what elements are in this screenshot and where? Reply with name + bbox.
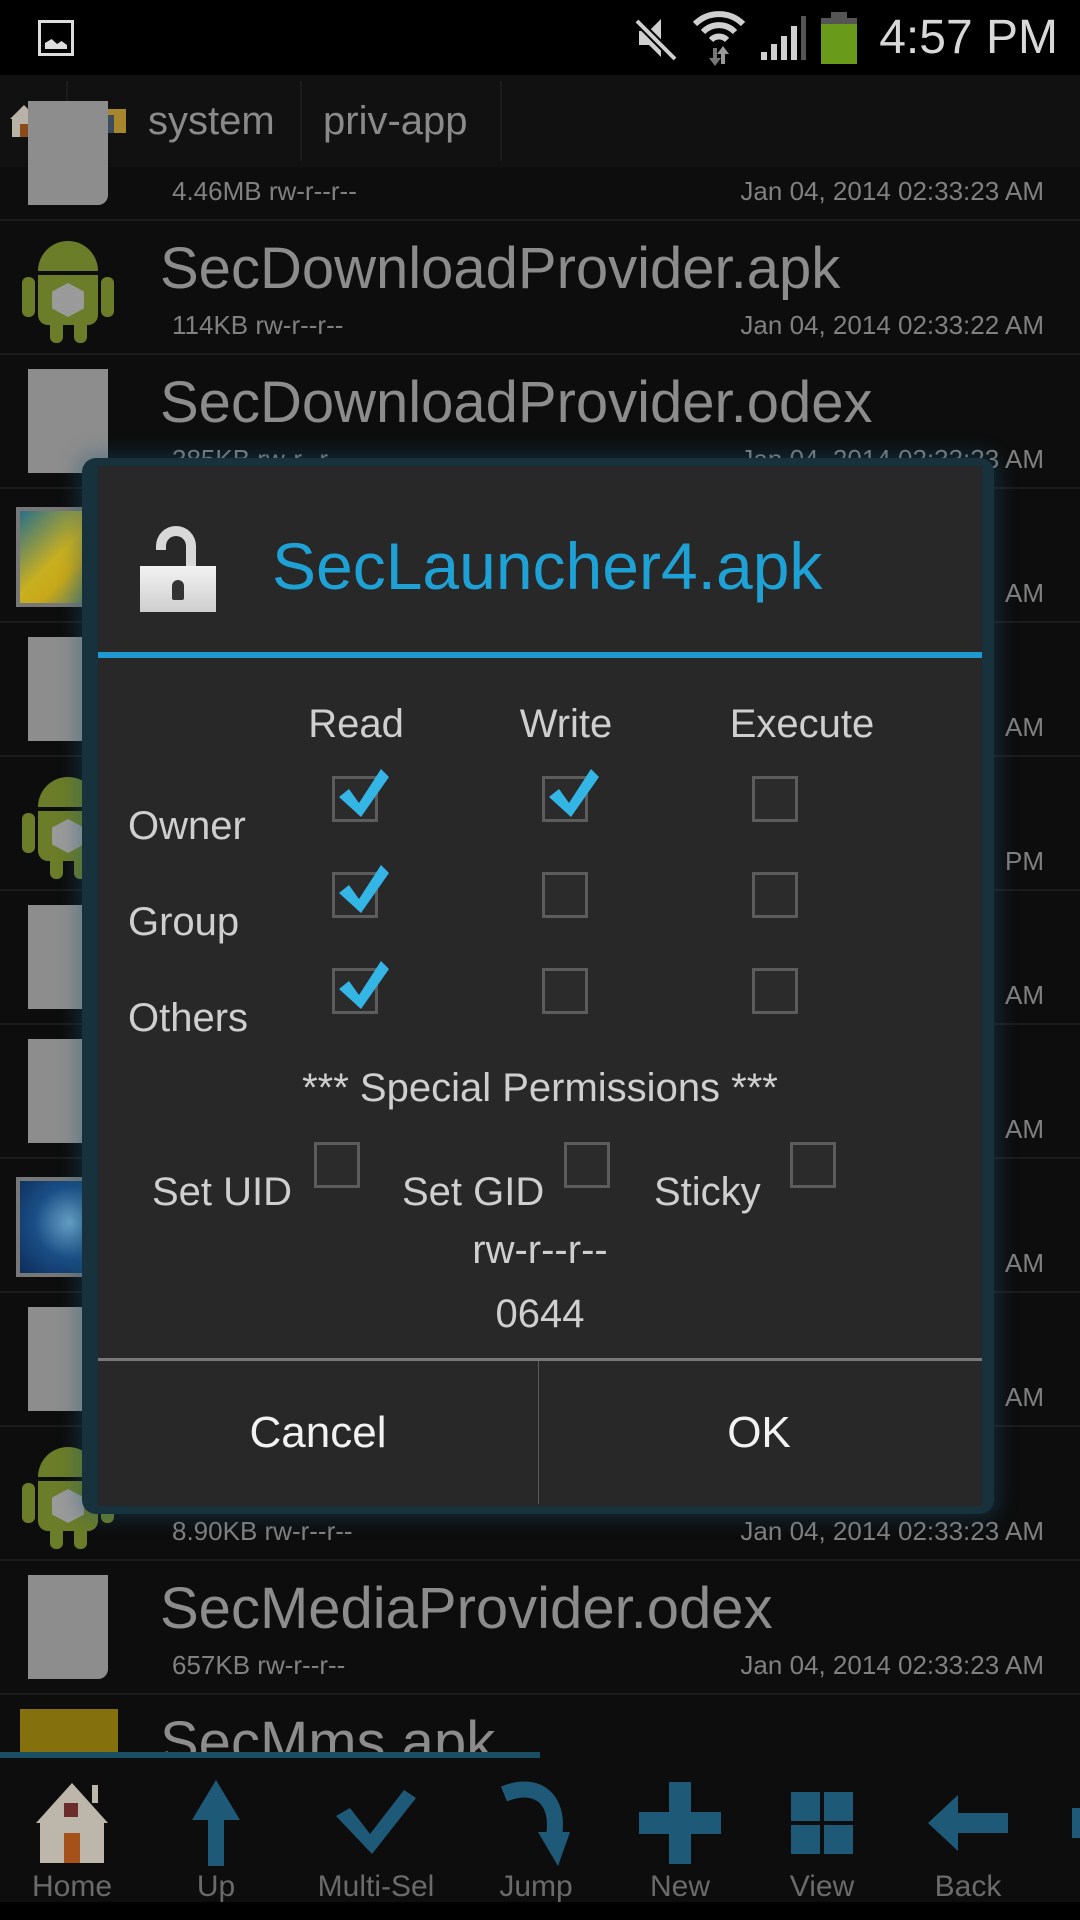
grid-view-icon bbox=[791, 1792, 853, 1854]
status-bar: 4:57 PM bbox=[0, 0, 1080, 75]
checkmark-icon bbox=[549, 769, 599, 817]
file-date: AM bbox=[1005, 1382, 1044, 1412]
ok-button[interactable]: OK bbox=[539, 1361, 979, 1504]
group-read-checkbox[interactable] bbox=[332, 865, 389, 918]
toolbar-view-button[interactable]: View bbox=[762, 1758, 882, 1920]
file-meta: 114KB rw-r--r-- bbox=[172, 310, 344, 340]
toolbar-label: Back bbox=[934, 1870, 1002, 1903]
checkmark-icon bbox=[336, 1790, 416, 1854]
toolbar-jump-button[interactable]: Jump bbox=[476, 1758, 596, 1920]
file-date: Jan 04, 2014 02:33:23 AM bbox=[740, 1650, 1044, 1680]
toolbar-label: Jump bbox=[499, 1870, 573, 1903]
file-date: PM bbox=[1005, 846, 1044, 876]
home-icon bbox=[36, 1783, 108, 1863]
file-row[interactable]: 4.46MB rw-r--r-- Jan 04, 2014 02:33:23 A… bbox=[0, 87, 1080, 221]
toolbar-label: New bbox=[649, 1870, 710, 1903]
permissions-dialog: SecLauncher4.apk Read Write Execute Owne… bbox=[98, 466, 982, 1506]
file-row[interactable]: SecMediaProvider.odex 657KB rw-r--r-- Ja… bbox=[0, 1561, 1080, 1695]
checkmark-icon bbox=[339, 865, 389, 913]
wifi-icon bbox=[693, 10, 746, 66]
file-date: Jan 04, 2014 02:33:22 AM bbox=[740, 310, 1044, 340]
file-date: Jan 04, 2014 02:33:23 AM bbox=[740, 1516, 1044, 1546]
arrow-up-icon bbox=[192, 1780, 240, 1866]
setgid-checkbox[interactable] bbox=[564, 1142, 610, 1188]
sticky-checkbox[interactable] bbox=[790, 1142, 836, 1188]
column-read: Read bbox=[308, 702, 404, 746]
mute-icon bbox=[634, 17, 679, 61]
document-icon bbox=[28, 101, 108, 205]
navigation-bar bbox=[0, 1902, 1080, 1920]
bottom-toolbar: Home Up Multi-Sel Jump New View Back bbox=[0, 1758, 1080, 1920]
column-write: Write bbox=[519, 702, 613, 746]
file-name: SecMediaProvider.odex bbox=[160, 1576, 773, 1641]
file-meta: 8.90KB rw-r--r-- bbox=[172, 1516, 353, 1546]
toolbar-new-button[interactable]: New bbox=[620, 1758, 740, 1920]
symbolic-permissions: rw-r--r-- bbox=[472, 1228, 608, 1272]
owner-execute-checkbox[interactable] bbox=[752, 776, 798, 822]
file-date: AM bbox=[1005, 578, 1044, 608]
cancel-button[interactable]: Cancel bbox=[98, 1361, 538, 1504]
clock: 4:57 PM bbox=[879, 11, 1058, 64]
file-date: AM bbox=[1005, 1114, 1044, 1144]
group-execute-checkbox[interactable] bbox=[752, 872, 798, 918]
setgid-label: Set GID bbox=[402, 1170, 545, 1214]
toolbar-multisel-button[interactable]: Multi-Sel bbox=[316, 1758, 436, 1920]
octal-permissions: 0644 bbox=[495, 1292, 585, 1336]
setuid-checkbox[interactable] bbox=[314, 1142, 360, 1188]
checkmark-icon bbox=[339, 961, 389, 1009]
row-others: Others bbox=[128, 996, 249, 1040]
checkmark-icon bbox=[339, 769, 389, 817]
arrow-left-icon bbox=[928, 1795, 1008, 1851]
apk-icon bbox=[20, 1709, 118, 1755]
file-name: SecMms.apk bbox=[160, 1710, 496, 1755]
file-meta: 657KB rw-r--r-- bbox=[172, 1650, 346, 1680]
toolbar-back-button[interactable]: Back bbox=[908, 1758, 1028, 1920]
toolbar-label: Multi-Sel bbox=[317, 1870, 435, 1903]
row-group: Group bbox=[128, 900, 240, 944]
plus-icon bbox=[639, 1782, 721, 1864]
file-date: AM bbox=[1005, 1248, 1044, 1278]
jump-arrow-icon bbox=[500, 1781, 570, 1866]
file-date: AM bbox=[1005, 980, 1044, 1010]
title-divider bbox=[98, 652, 982, 658]
owner-write-checkbox[interactable] bbox=[542, 769, 599, 822]
battery-icon bbox=[821, 11, 858, 64]
toolbar-up-button[interactable]: Up bbox=[156, 1758, 276, 1920]
file-meta: 4.46MB rw-r--r-- bbox=[172, 176, 357, 206]
signal-icon bbox=[761, 15, 807, 60]
toolbar-label: Home bbox=[31, 1870, 113, 1903]
file-name: SecDownloadProvider.odex bbox=[160, 370, 873, 435]
group-write-checkbox[interactable] bbox=[542, 872, 588, 918]
special-permissions-heading: *** Special Permissions *** bbox=[302, 1066, 778, 1110]
file-row[interactable]: SecDownloadProvider.apk 114KB rw-r--r-- … bbox=[0, 221, 1080, 355]
dialog-title: SecLauncher4.apk bbox=[272, 529, 823, 603]
setuid-label: Set UID bbox=[152, 1170, 293, 1214]
others-execute-checkbox[interactable] bbox=[752, 968, 798, 1014]
toolbar-home-button[interactable]: Home bbox=[12, 1758, 132, 1920]
file-date: Jan 04, 2014 02:33:23 AM bbox=[740, 176, 1044, 206]
owner-read-checkbox[interactable] bbox=[332, 769, 389, 822]
others-read-checkbox[interactable] bbox=[332, 961, 389, 1014]
gallery-notification-icon bbox=[38, 20, 74, 56]
file-name: SecDownloadProvider.apk bbox=[160, 236, 841, 301]
column-execute: Execute bbox=[729, 702, 875, 746]
file-row[interactable]: SecMms.apk bbox=[0, 1695, 1080, 1755]
toolbar-overflow-edge bbox=[1072, 1808, 1080, 1838]
document-icon bbox=[28, 1575, 108, 1679]
toolbar-label: Up bbox=[196, 1870, 236, 1903]
row-owner: Owner bbox=[128, 804, 246, 848]
sticky-label: Sticky bbox=[654, 1170, 761, 1214]
toolbar-label: View bbox=[789, 1870, 855, 1903]
others-write-checkbox[interactable] bbox=[542, 968, 588, 1014]
unlock-icon bbox=[140, 526, 216, 612]
android-apk-icon bbox=[20, 235, 116, 345]
file-date: AM bbox=[1005, 712, 1044, 742]
